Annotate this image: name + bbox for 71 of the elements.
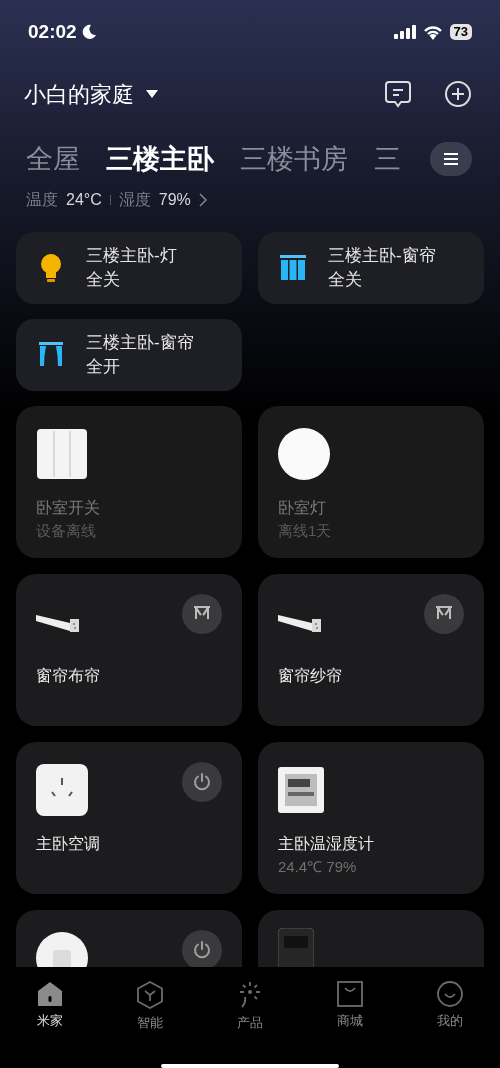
device-card[interactable]: 窗帘布帘 — [16, 574, 242, 726]
hexagon-icon — [137, 981, 163, 1009]
shopping-bag-icon — [337, 981, 363, 1007]
scene-status: 全关 — [328, 269, 363, 291]
nav-tab[interactable]: 商城 — [300, 981, 400, 1033]
add-icon — [444, 80, 472, 108]
blinds-icon — [280, 255, 306, 281]
curtain-icon — [435, 606, 453, 622]
scene-card[interactable]: 三楼主卧-窗帘 全开 — [16, 319, 242, 391]
humidity-value: 79% — [158, 190, 191, 210]
device-name: 窗帘纱帘 — [278, 666, 343, 686]
home-selector[interactable]: 小白的家庭 — [24, 77, 158, 111]
curtain-toggle-button[interactable] — [182, 594, 222, 634]
nav-tab[interactable]: 我的 — [400, 981, 500, 1033]
scene-title: 三楼主卧-灯 — [86, 245, 177, 267]
battery-indicator: 73 — [449, 24, 472, 40]
device-name: 卧室灯 — [278, 498, 327, 518]
scene-card[interactable]: 三楼主卧-窗帘 全关 — [258, 232, 484, 304]
menu-icon — [444, 153, 458, 165]
device-name: 主卧温湿度计 — [278, 834, 375, 854]
thermometer-icon — [278, 767, 324, 813]
ceiling-lamp-icon — [278, 428, 330, 480]
scene-card[interactable]: 三楼主卧-灯 全关 — [16, 232, 242, 304]
scene-status: 全关 — [86, 269, 121, 291]
scene-title: 三楼主卧-窗帘 — [86, 332, 194, 354]
clock-time: 02:02 — [28, 19, 77, 44]
room-tab[interactable]: 三楼书房 — [240, 138, 348, 180]
device-name: 主卧空调 — [36, 834, 101, 854]
add-button[interactable] — [444, 80, 472, 108]
smiley-icon — [437, 981, 463, 1007]
temperature-value: 24°C — [66, 190, 102, 210]
dropdown-caret-icon — [146, 90, 158, 98]
device-card[interactable]: 窗帘纱帘 — [258, 574, 484, 726]
smart-plug-icon — [36, 764, 88, 816]
signal-icon — [393, 25, 416, 39]
wall-switch-icon — [36, 428, 88, 480]
nav-tab[interactable]: 产品 — [200, 981, 300, 1033]
device-name: 窗帘布帘 — [36, 666, 101, 686]
power-icon — [192, 940, 212, 960]
scene-status: 全开 — [86, 356, 121, 378]
menu-button[interactable] — [430, 142, 472, 176]
nav-tab[interactable]: 米家 — [0, 981, 100, 1033]
message-icon — [384, 80, 412, 108]
power-icon — [192, 772, 212, 792]
device-status: 设备离线 — [36, 521, 97, 541]
wifi-icon — [422, 24, 443, 40]
device-status: 离线1天 — [278, 521, 333, 541]
room-tab[interactable]: 三 — [374, 138, 401, 180]
room-tab[interactable]: 全屋 — [26, 138, 80, 180]
curtain-icon — [39, 342, 63, 368]
device-card[interactable]: 卧室开关 设备离线 — [16, 406, 242, 558]
home-icon — [37, 981, 63, 1007]
curtain-toggle-button[interactable] — [424, 594, 464, 634]
device-card[interactable]: 主卧温湿度计 24.4℃ 79% — [258, 742, 484, 894]
nav-tab[interactable]: 智能 — [100, 981, 200, 1033]
moon-icon — [80, 24, 97, 40]
light-bulb-icon — [39, 253, 63, 283]
chevron-right-icon — [198, 193, 207, 207]
device-card[interactable]: 卧室灯 离线1天 — [258, 406, 484, 558]
power-button[interactable] — [182, 762, 222, 802]
power-button[interactable] — [182, 930, 222, 967]
scene-title: 三楼主卧-窗帘 — [328, 245, 436, 267]
messages-button[interactable] — [384, 80, 412, 108]
device-card[interactable]: 主卧空调 — [16, 742, 242, 894]
curtain-icon — [193, 606, 211, 622]
temperature-label: 温度 — [26, 190, 58, 210]
device-status: 24.4℃ 79% — [278, 857, 358, 877]
room-tab[interactable]: 三楼主卧 — [106, 138, 214, 180]
humidity-label: 湿度 — [118, 190, 151, 210]
device-name: 卧室开关 — [36, 498, 101, 518]
sparkle-icon — [237, 981, 263, 1009]
